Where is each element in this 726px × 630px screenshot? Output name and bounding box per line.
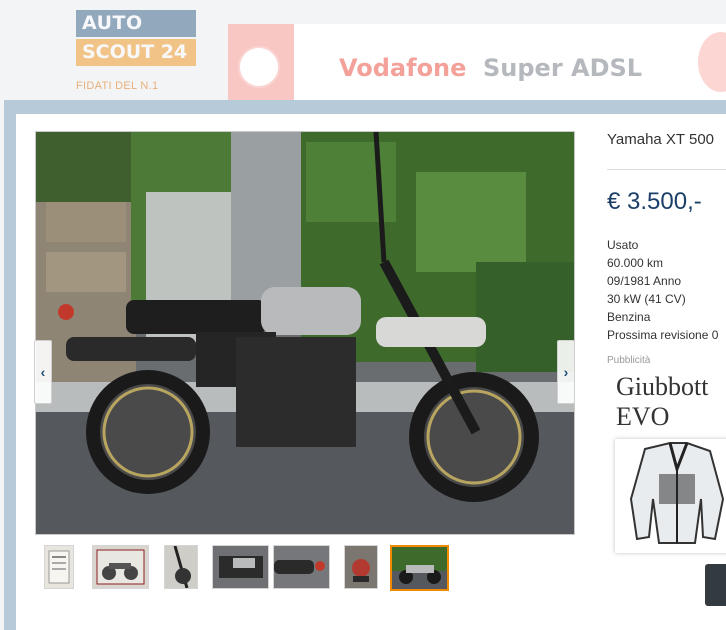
spec-mileage: 60.000 km xyxy=(607,256,664,270)
listing-specs: Usato 60.000 km 09/1981 Anno 30 kW (41 C… xyxy=(607,236,718,344)
spec-fuel: Benzina xyxy=(607,310,651,324)
thumbnail-6[interactable] xyxy=(344,545,378,589)
thumbnail-2[interactable] xyxy=(92,545,149,589)
next-photo-button[interactable]: › xyxy=(557,340,575,404)
modal-content: ‹ › Yamaha XT 500 € 3.500,- Usato 60.000… xyxy=(16,114,726,630)
spec-power: 30 kW (41 CV) xyxy=(607,292,686,306)
thumbnail-3[interactable] xyxy=(164,545,198,589)
listing-price: € 3.500,- xyxy=(607,188,702,215)
sidebar-ad-title[interactable]: Giubbott EVO xyxy=(616,372,708,432)
vodafone-logo-block xyxy=(228,24,294,104)
sidebar-ad-image[interactable] xyxy=(615,439,726,553)
sidebar-ad-label: Pubblicità xyxy=(607,355,651,366)
listing-modal: ‹ › Yamaha XT 500 € 3.500,- Usato 60.000… xyxy=(4,100,726,630)
spec-registration: 09/1981 Anno xyxy=(607,274,682,288)
logo-line1: AUTO xyxy=(76,10,196,37)
logo-tagline: FIDATI DEL N.1 xyxy=(76,80,159,92)
autoscout24-logo: AUTO SCOUT 24 FIDATI DEL N.1 xyxy=(76,10,196,92)
ad-brand: Vodafone xyxy=(339,54,467,82)
title-divider xyxy=(607,169,726,170)
main-photo[interactable] xyxy=(35,131,575,535)
thumbnail-4[interactable] xyxy=(212,545,269,589)
motorcycle-photo xyxy=(36,132,574,534)
listing-title: Yamaha XT 500 xyxy=(607,131,715,148)
thumbnail-7[interactable] xyxy=(390,545,449,591)
thumbnail-1[interactable] xyxy=(44,545,74,589)
sidebar-ad-title-line2: EVO xyxy=(616,402,670,431)
thumbnail-5[interactable] xyxy=(273,545,330,589)
vodafone-ad-banner[interactable]: Vodafone Super ADSL xyxy=(228,24,726,104)
ad-product: Super ADSL xyxy=(483,54,643,82)
sidebar-ad-title-line1: Giubbott xyxy=(616,372,709,401)
spec-next-inspection: Prossima revisione 0 xyxy=(607,328,719,342)
vodafone-logo-icon-right xyxy=(698,32,726,92)
spec-condition: Usato xyxy=(607,238,639,252)
previous-photo-button[interactable]: ‹ xyxy=(34,340,52,404)
vodafone-logo-icon xyxy=(238,46,280,88)
jacket-icon xyxy=(629,442,725,544)
logo-line2: SCOUT 24 xyxy=(76,39,196,66)
sidebar-ad-button[interactable] xyxy=(705,564,726,606)
